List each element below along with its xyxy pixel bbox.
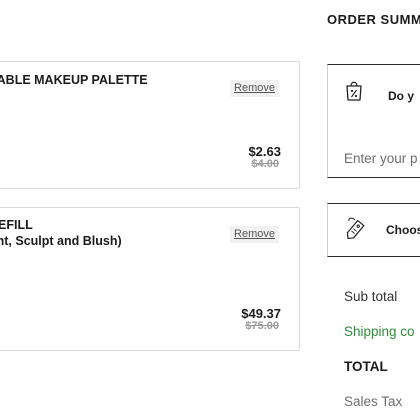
shopping-bag-percent-icon: [344, 78, 364, 102]
product-name-line: REFILL: [0, 218, 33, 232]
subtotal-label: Sub total: [344, 289, 398, 304]
price-tag-icon: [342, 217, 368, 243]
cart-item: REFILL ght, Sculpt and Blush) Remove $49…: [0, 207, 300, 351]
sales-tax-label: Sales Tax: [344, 394, 403, 409]
shipping-option-label: Choos: [386, 223, 420, 237]
sale-price: $2.63: [248, 144, 281, 159]
promo-code-panel: Do y: [327, 64, 420, 178]
shipping-cost-label: Shipping co: [344, 324, 415, 339]
shopping-cart-page: LABLE MAKEUP PALETTE Remove $2.63 $4.00 …: [0, 0, 420, 420]
original-price: $75.00: [245, 320, 279, 332]
sale-price: $49.37: [241, 306, 281, 321]
product-name-line: ght, Sculpt and Blush): [0, 234, 122, 248]
order-summary-heading: ORDER SUMM: [327, 12, 420, 27]
promo-code-prompt[interactable]: Do y: [388, 89, 414, 103]
original-price: $4.00: [251, 158, 279, 170]
remove-button[interactable]: Remove: [230, 80, 279, 97]
shipping-option-selector[interactable]: Choos: [327, 203, 420, 257]
product-name[interactable]: LABLE MAKEUP PALETTE: [0, 72, 148, 88]
remove-button[interactable]: Remove: [230, 226, 279, 243]
cart-item: LABLE MAKEUP PALETTE Remove $2.63 $4.00: [0, 61, 300, 189]
total-label: TOTAL: [344, 359, 388, 374]
product-name[interactable]: REFILL ght, Sculpt and Blush): [0, 217, 122, 249]
promo-code-input[interactable]: [344, 151, 420, 166]
product-name-line: LABLE MAKEUP PALETTE: [0, 73, 148, 87]
